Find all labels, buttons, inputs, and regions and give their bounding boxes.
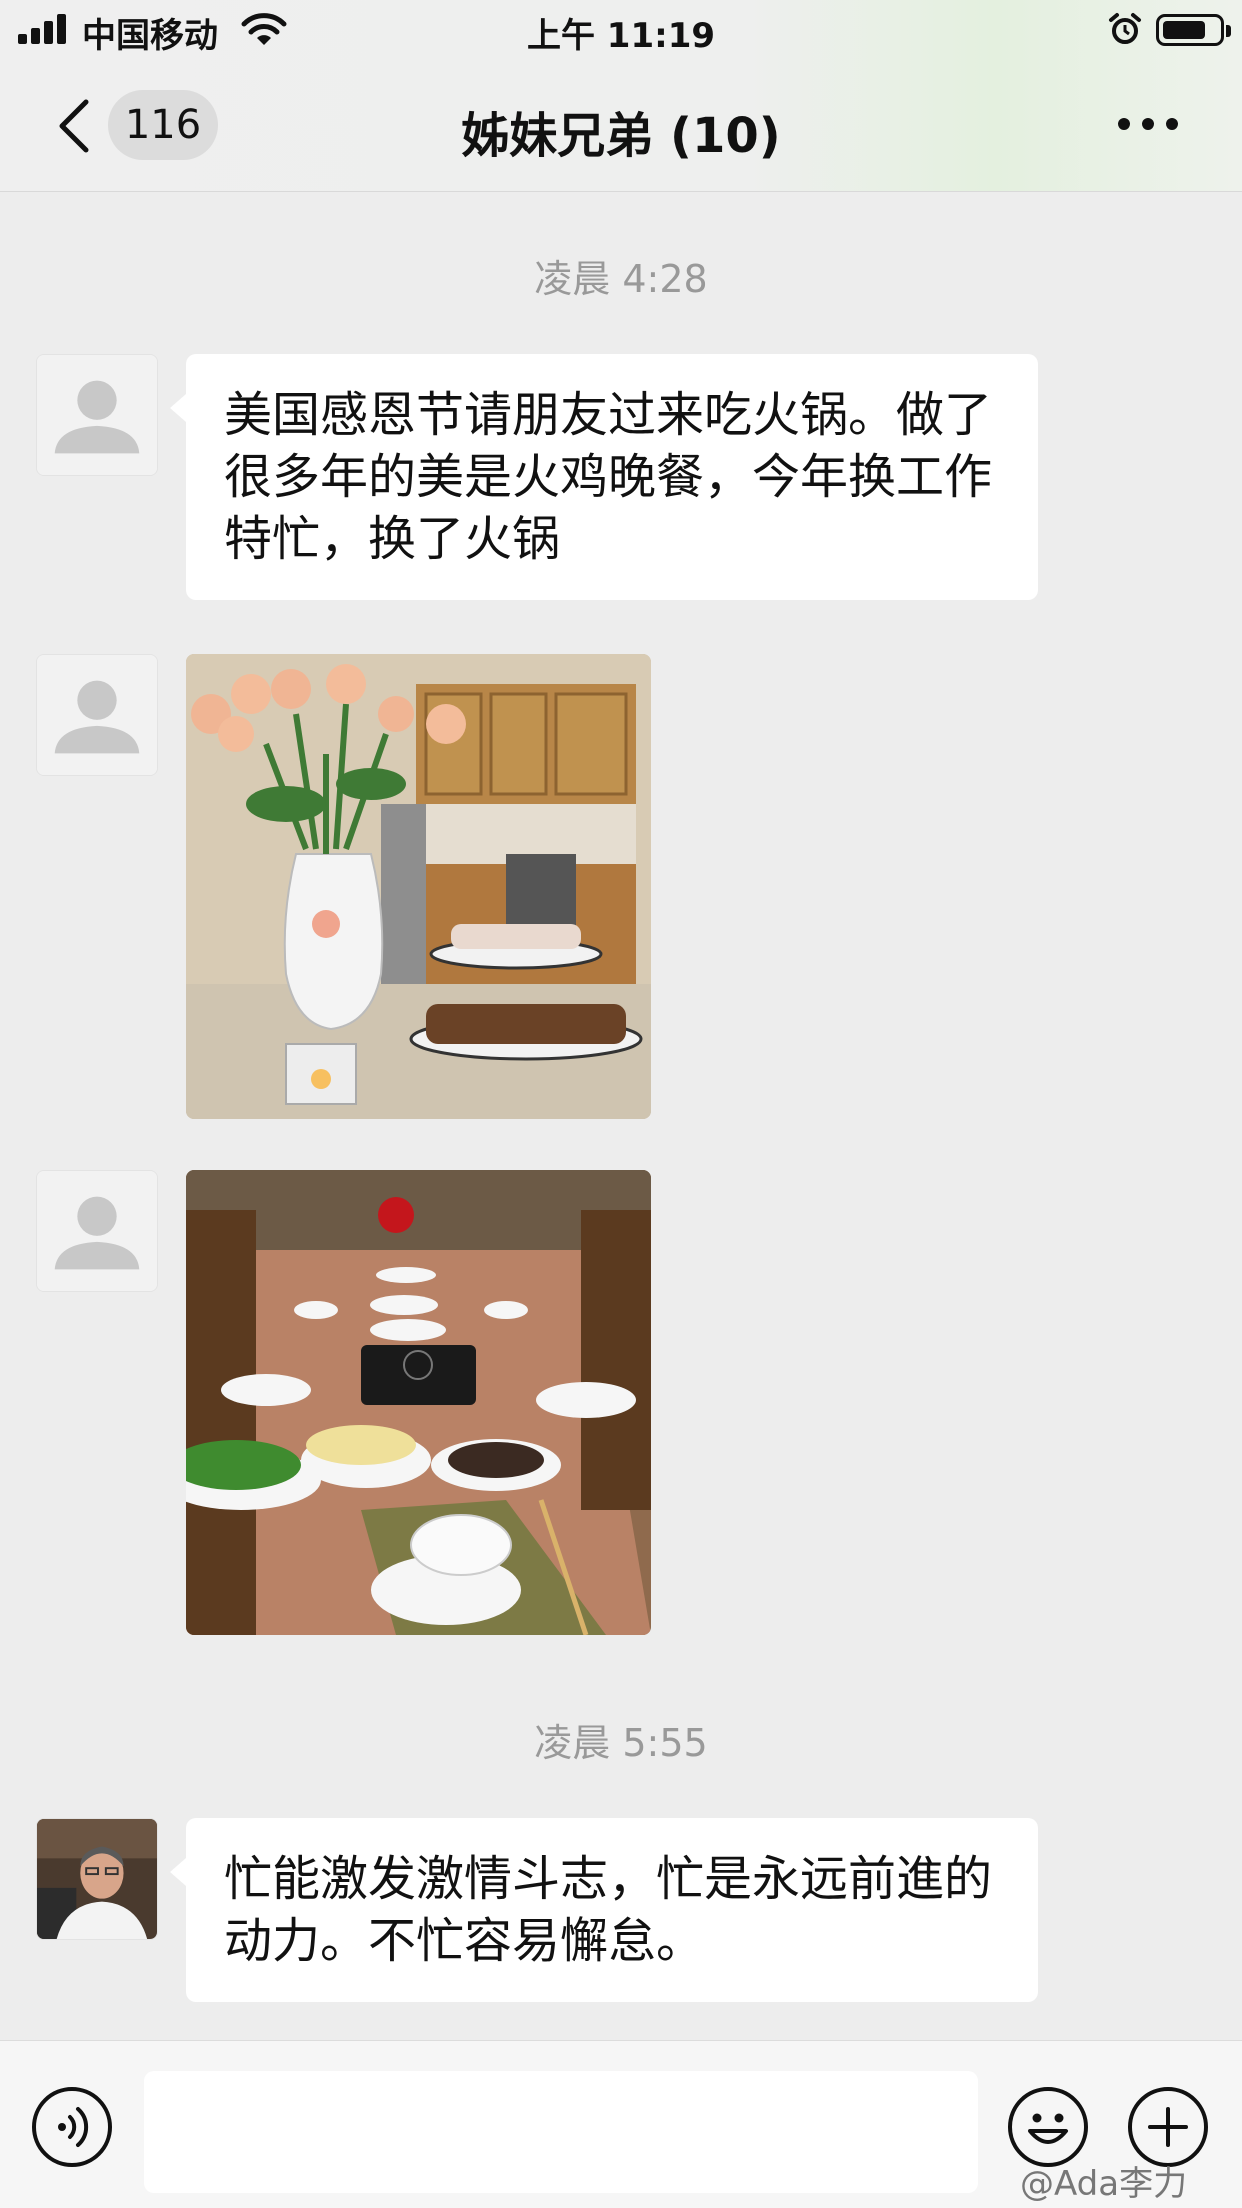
- default-avatar-icon: [37, 355, 157, 475]
- avatar[interactable]: [36, 1818, 158, 1940]
- status-bar: 中国移动 上午 11:19: [0, 0, 1242, 60]
- hotpot-table-photo: [186, 1170, 651, 1635]
- avatar[interactable]: [36, 654, 158, 776]
- clock: 上午 11:19: [526, 16, 716, 56]
- avatar[interactable]: [36, 354, 158, 476]
- image-message-flowers-kitchen[interactable]: [186, 654, 651, 1119]
- text-message[interactable]: 忙能激发激情斗志，忙是永远前進的动力。不忙容易懈怠。: [170, 1818, 1038, 2002]
- message-timestamp: 凌晨 5:55: [534, 1721, 708, 1765]
- flowers-kitchen-photo: [186, 654, 651, 1119]
- top-bar: 中国移动 上午 11:19 116 姊妹兄弟 (10): [0, 0, 1242, 192]
- user-photo-avatar: [37, 1819, 157, 1939]
- alarm-icon: [1109, 13, 1141, 44]
- message-input[interactable]: [144, 2071, 978, 2193]
- avatar[interactable]: [36, 1170, 158, 1292]
- more-dots-icon[interactable]: [1118, 114, 1178, 134]
- emoji-icon[interactable]: [1008, 2087, 1088, 2167]
- chat-title: 姊妹兄弟 (10): [461, 108, 781, 164]
- weibo-watermark: @Ada李力: [1020, 2164, 1188, 2204]
- image-message-hotpot-table[interactable]: [186, 1170, 651, 1635]
- plus-icon[interactable]: [1128, 2087, 1208, 2167]
- chat-header: 116 姊妹兄弟 (10): [0, 60, 1242, 192]
- battery-icon: [1156, 14, 1231, 46]
- default-avatar-icon: [37, 655, 157, 775]
- message-timestamp: 凌晨 4:28: [534, 257, 708, 301]
- voice-icon[interactable]: [32, 2087, 112, 2167]
- default-avatar-icon: [37, 1171, 157, 1291]
- text-message[interactable]: 美国感恩节请朋友过来吃火锅。做了很多年的美是火鸡晚餐，今年换工作特忙，换了火锅: [170, 354, 1038, 600]
